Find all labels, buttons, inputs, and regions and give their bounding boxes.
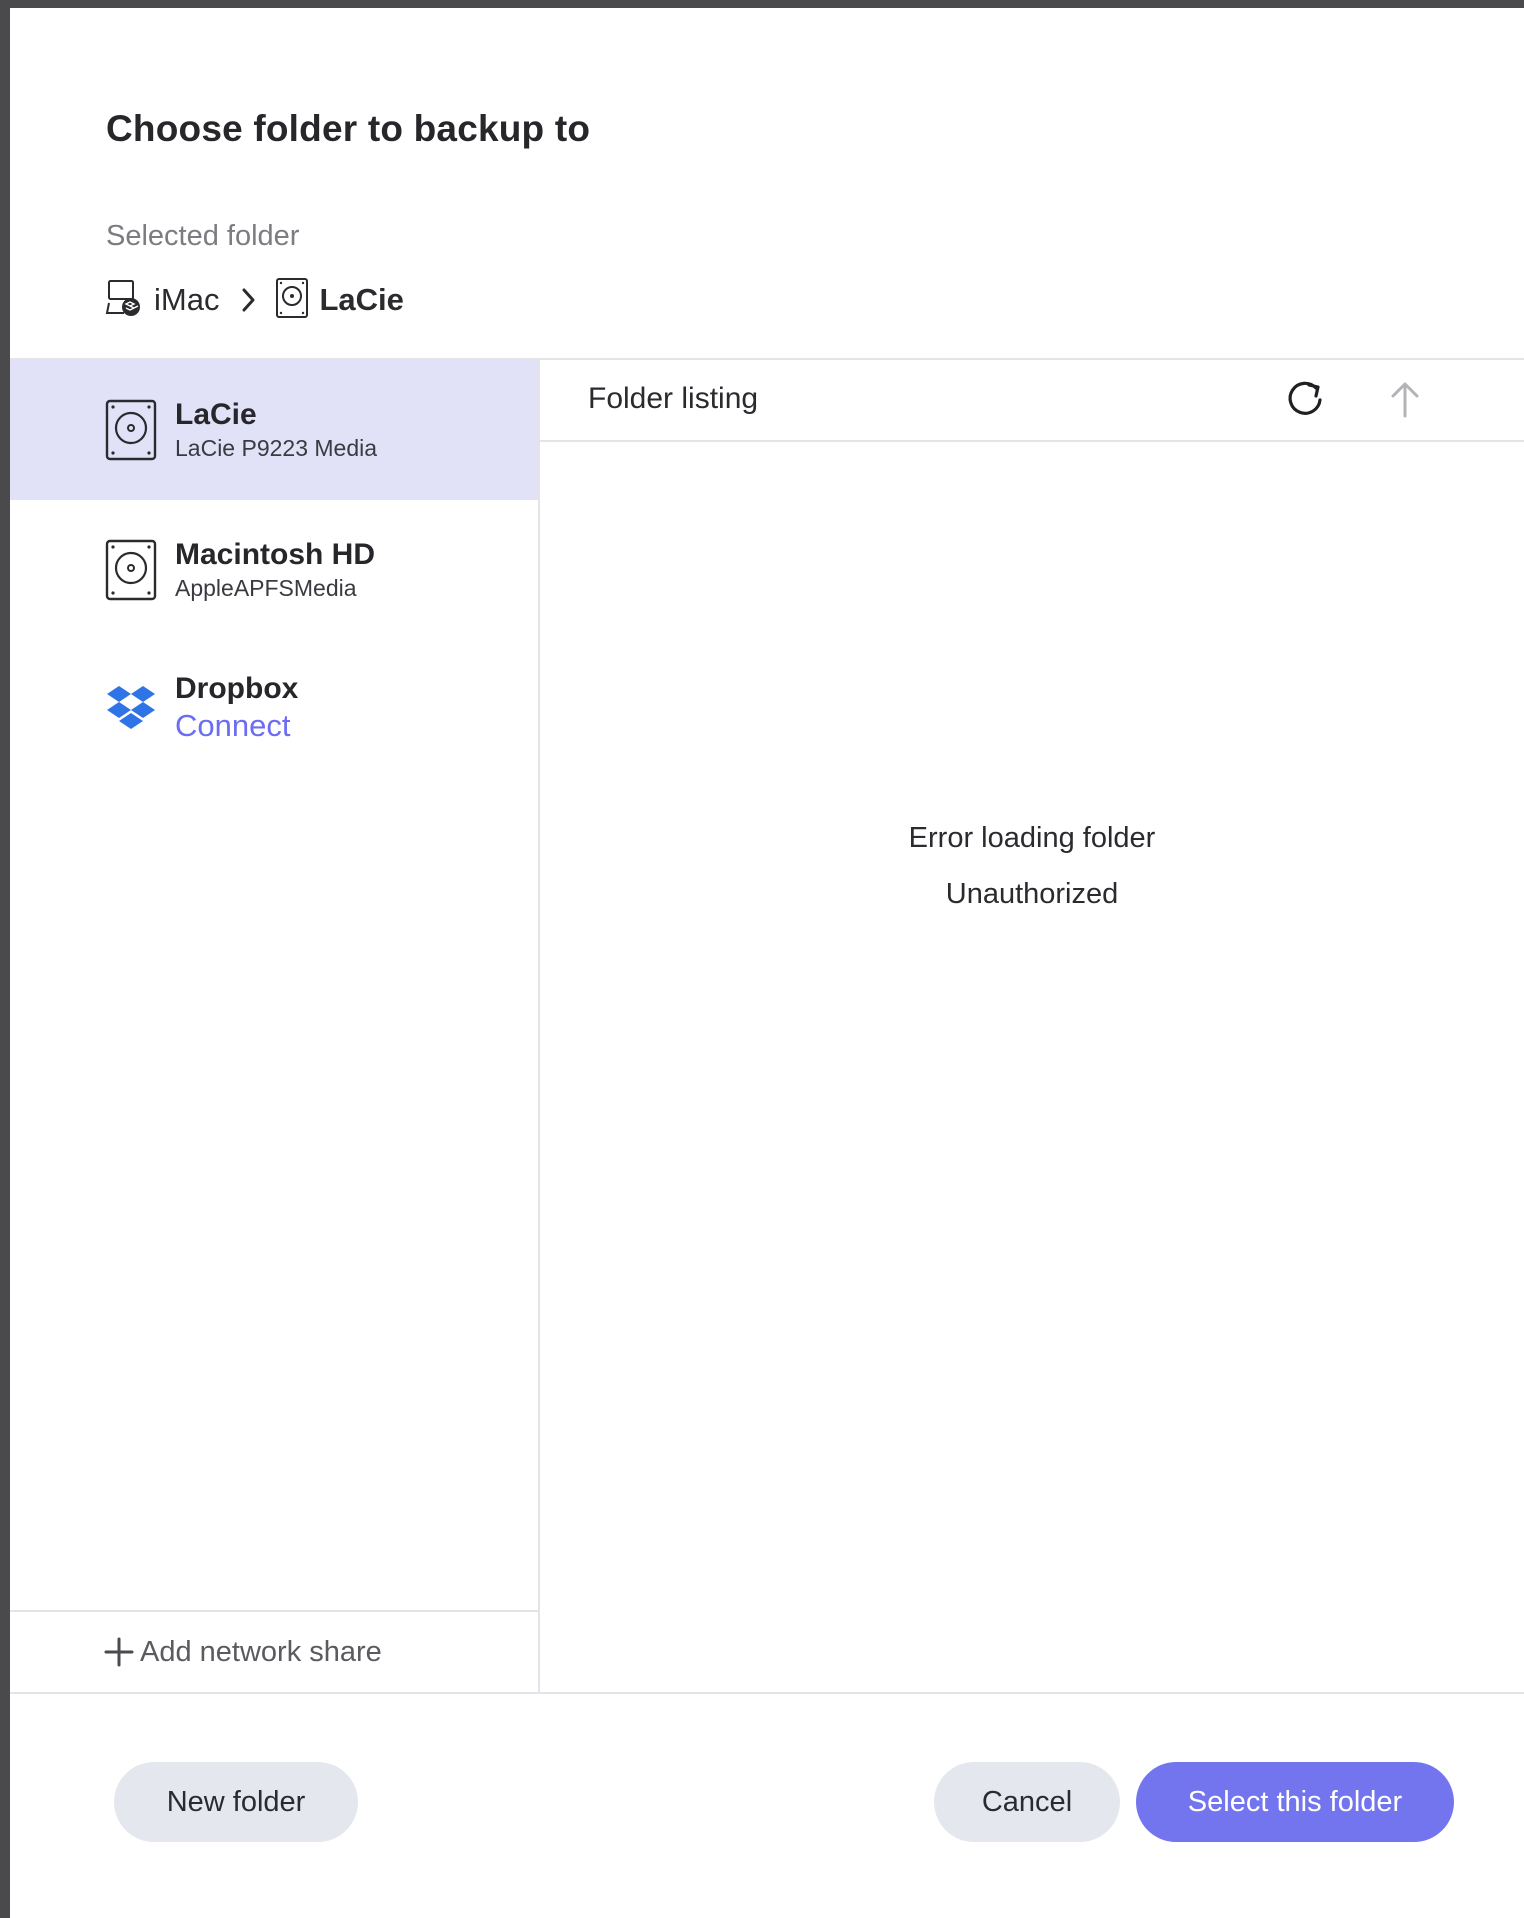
breadcrumb-item-imac[interactable]: iMac bbox=[104, 278, 219, 323]
sidebar-item-name: LaCie bbox=[175, 398, 257, 431]
sidebar-item-name: Macintosh HD bbox=[175, 538, 376, 571]
breadcrumb-item-lacie[interactable]: LaCie bbox=[275, 277, 404, 324]
refresh-button[interactable] bbox=[1282, 378, 1328, 424]
sidebar-item-text: Dropbox Connect bbox=[175, 671, 298, 745]
location-sidebar: LaCie LaCie P9223 Media Macintosh HD App… bbox=[10, 360, 540, 1692]
dialog-title: Choose folder to backup to bbox=[106, 108, 591, 149]
sidebar-item-macintosh-hd[interactable]: Macintosh HD AppleAPFSMedia bbox=[10, 500, 538, 640]
refresh-icon bbox=[1285, 379, 1325, 424]
folder-chooser-dialog: Choose folder to backup to Selected fold… bbox=[10, 8, 1524, 1918]
cancel-button[interactable]: Cancel bbox=[934, 1762, 1120, 1842]
error-title: Error loading folder bbox=[908, 822, 1156, 854]
add-network-share-button[interactable]: Add network share bbox=[10, 1610, 538, 1692]
dropbox-icon bbox=[104, 677, 158, 739]
new-folder-button[interactable]: New folder bbox=[114, 1762, 358, 1842]
selected-folder-label: Selected folder bbox=[106, 220, 300, 252]
breadcrumb-label: LaCie bbox=[319, 282, 404, 317]
sidebar-item-subtitle: AppleAPFSMedia bbox=[175, 575, 357, 601]
folder-listing-header: Folder listing bbox=[540, 360, 1524, 442]
dropbox-connect-link[interactable]: Connect bbox=[175, 707, 298, 745]
browser-panel: LaCie LaCie P9223 Media Macintosh HD App… bbox=[10, 358, 1524, 1694]
breadcrumb-label: iMac bbox=[154, 282, 220, 317]
arrow-up-icon bbox=[1389, 380, 1421, 423]
plus-icon bbox=[104, 1637, 134, 1667]
hard-drive-icon bbox=[104, 539, 158, 601]
sidebar-item-text: Macintosh HD AppleAPFSMedia bbox=[175, 537, 375, 603]
imac-dropbox-icon bbox=[104, 278, 144, 323]
error-message: Error loading folder Unauthorized bbox=[540, 810, 1524, 922]
sidebar-item-dropbox[interactable]: Dropbox Connect bbox=[10, 638, 538, 778]
error-detail: Unauthorized bbox=[945, 878, 1119, 910]
sidebar-item-subtitle: LaCie P9223 Media bbox=[175, 435, 378, 461]
sidebar-item-text: LaCie LaCie P9223 Media bbox=[175, 397, 377, 463]
add-network-share-label: Add network share bbox=[140, 1635, 382, 1668]
window-top-edge bbox=[0, 0, 1524, 8]
chevron-right-icon bbox=[241, 287, 257, 313]
window-left-edge bbox=[0, 0, 10, 1918]
folder-listing-title: Folder listing bbox=[588, 382, 759, 415]
hard-drive-icon bbox=[104, 399, 158, 461]
sidebar-item-lacie[interactable]: LaCie LaCie P9223 Media bbox=[10, 360, 538, 500]
sidebar-item-name: Dropbox bbox=[175, 672, 299, 705]
folder-listing-panel: Folder listing Error loading folder Unau… bbox=[540, 360, 1524, 1692]
select-this-folder-button[interactable]: Select this folder bbox=[1136, 1762, 1454, 1842]
parent-folder-button[interactable] bbox=[1382, 378, 1428, 424]
hard-drive-icon bbox=[275, 277, 309, 324]
breadcrumb: iMac LaCie bbox=[104, 276, 404, 324]
